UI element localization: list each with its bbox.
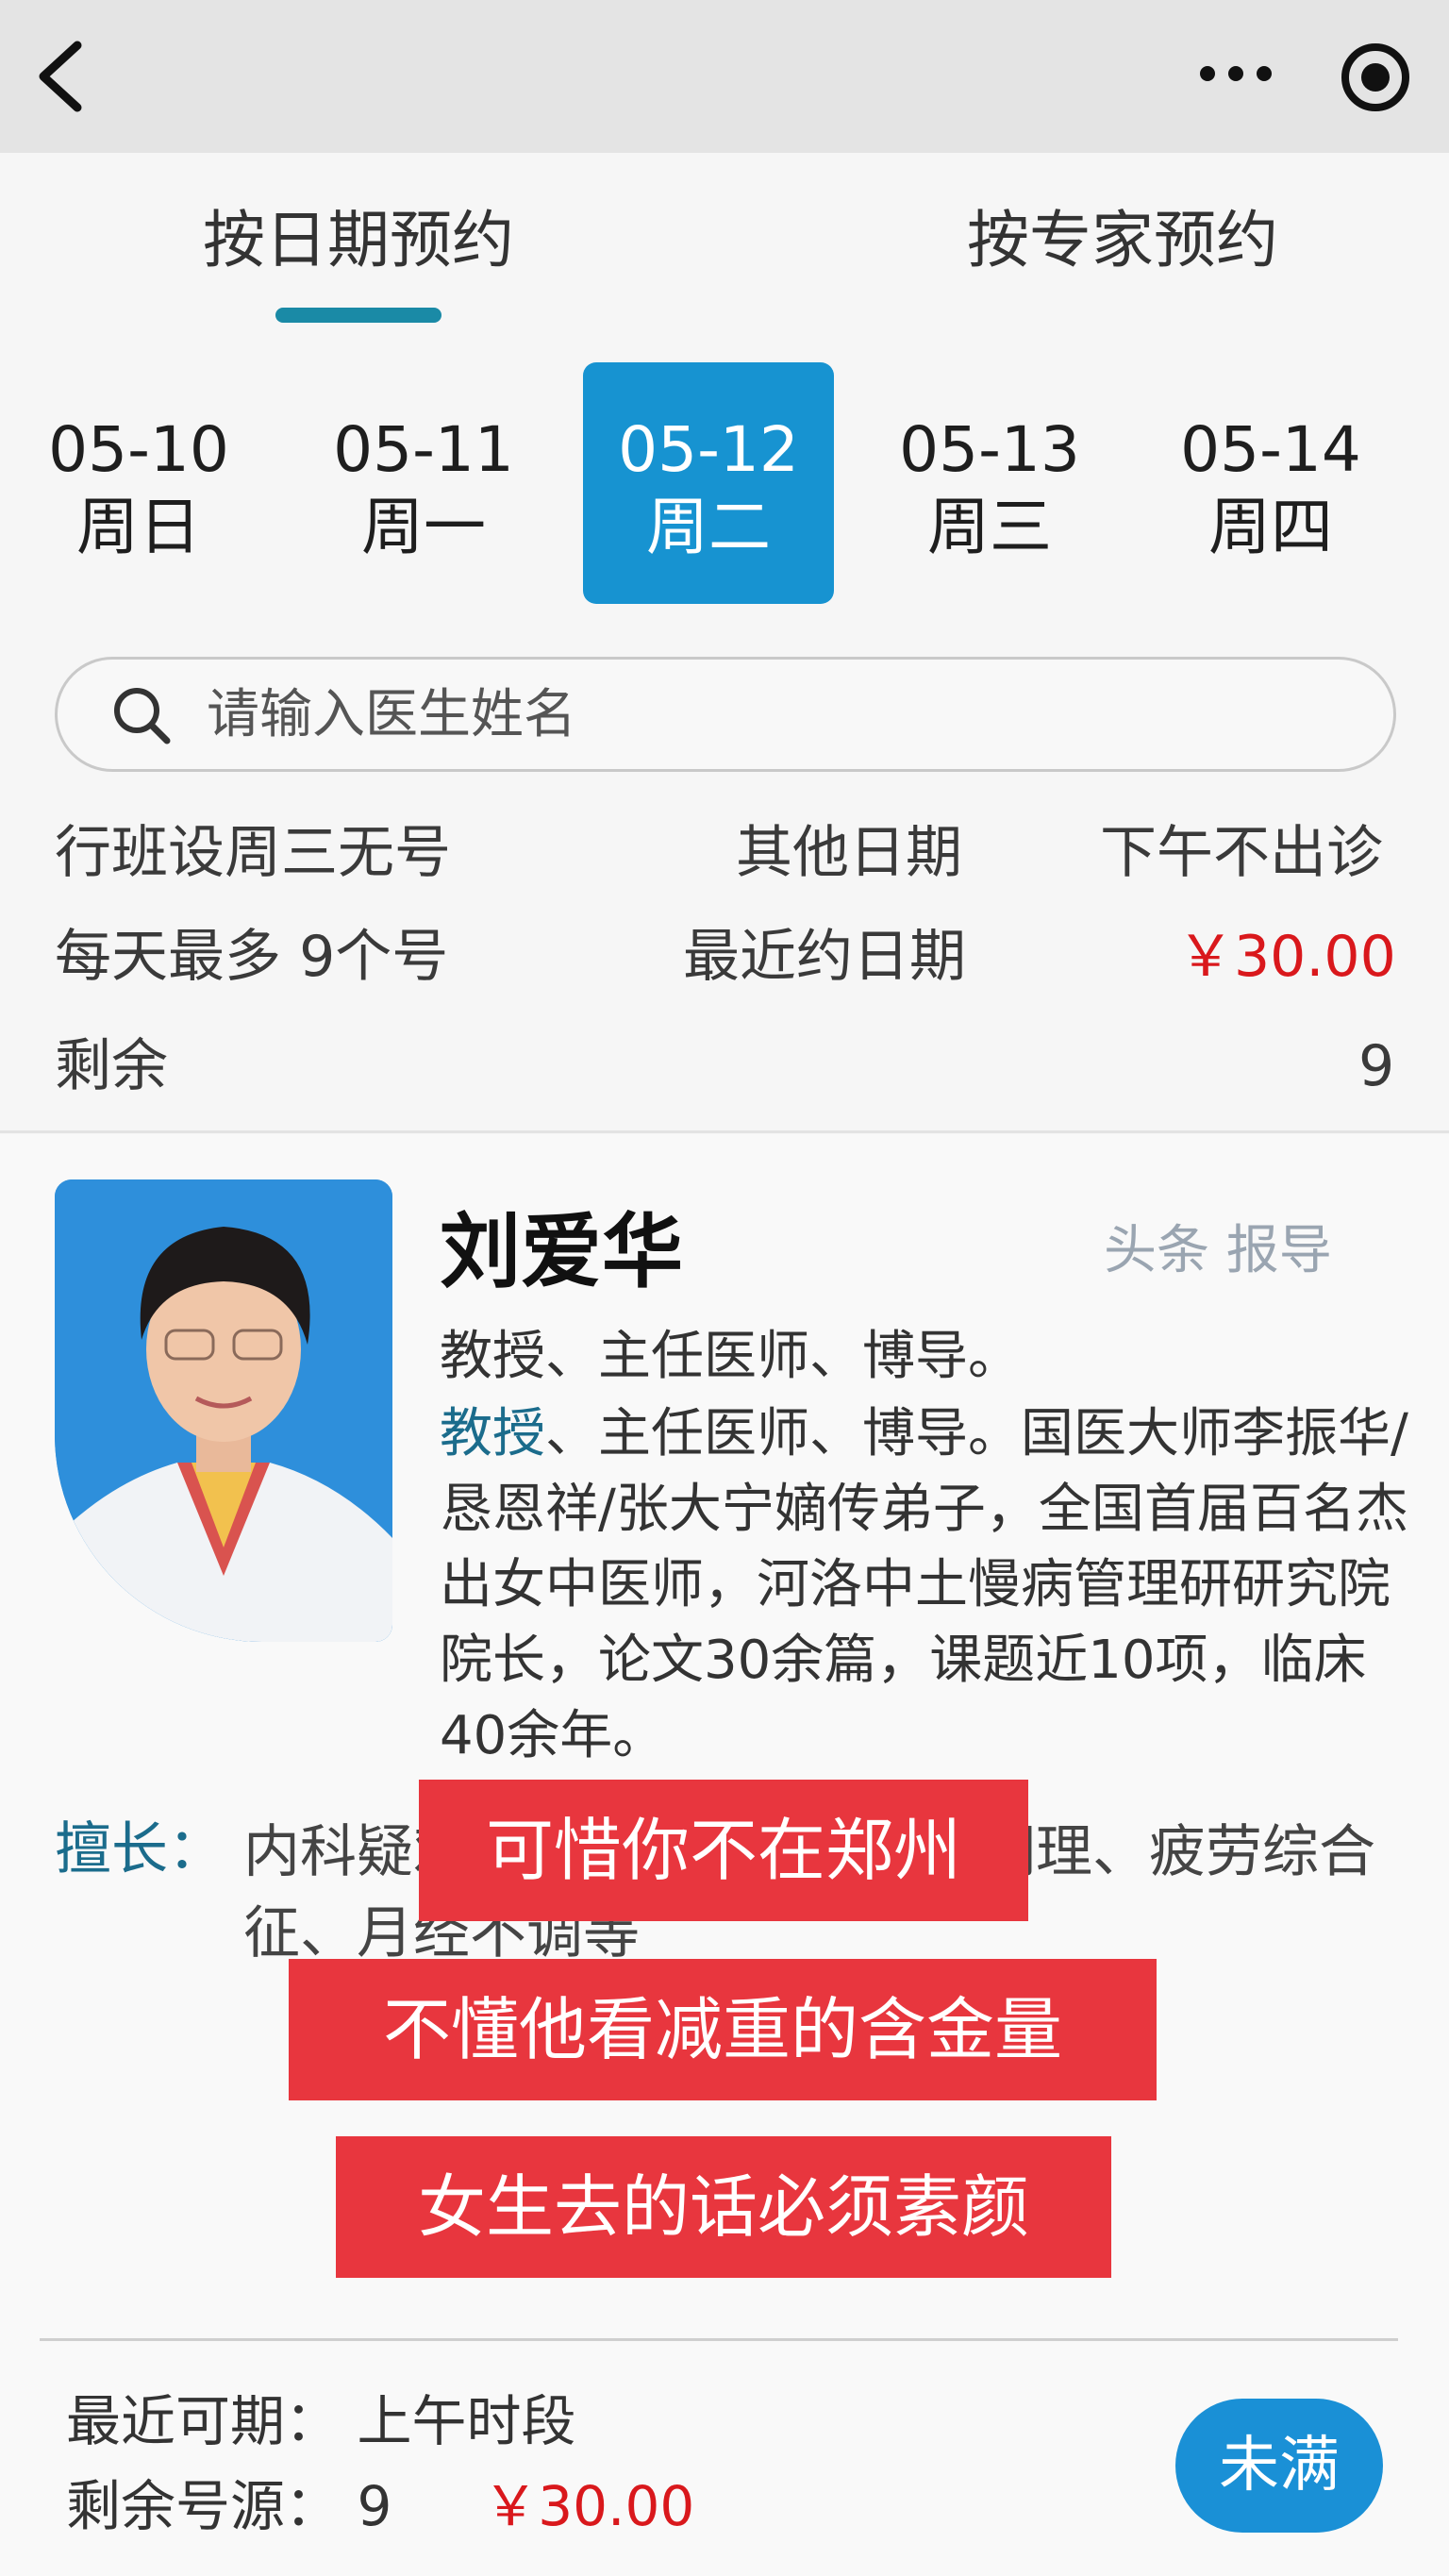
doctor-name-input[interactable] xyxy=(207,677,1339,752)
recent-date-label: 最近约日期 xyxy=(683,924,966,990)
slot-price: ￥30.00 xyxy=(483,2474,695,2538)
fee-price: ￥30.00 xyxy=(1177,924,1396,990)
overlay-caption: 女生去的话必须素颜 xyxy=(336,2136,1111,2278)
date-label: 05-12 xyxy=(618,413,799,486)
doctor-description: 教授、主任医师、博导。国医大师李振华/恳恩祥/张大宁嫡传弟子，全国首届百名杰出女… xyxy=(440,1397,1421,1774)
tab-by-date[interactable]: 按日期预约 xyxy=(170,198,547,283)
remaining-slots-value: 9 xyxy=(357,2474,392,2538)
remaining-count: 9 xyxy=(1358,1033,1395,1099)
date-label: 05-14 xyxy=(1180,413,1361,486)
weekday-label: 周二 xyxy=(646,491,771,563)
afternoon-note: 下午不出诊 xyxy=(1100,820,1383,886)
search-icon xyxy=(110,684,173,746)
weekday-label: 周三 xyxy=(927,491,1052,563)
mini-program-close-icon[interactable] xyxy=(1340,42,1411,113)
date-item-0512-selected[interactable]: 05-12 周二 xyxy=(583,362,834,604)
doctor-search-box[interactable] xyxy=(55,657,1396,772)
description-highlight: 教授 xyxy=(440,1403,545,1464)
section-divider xyxy=(0,1130,1449,1133)
description-text: 、主任医师、博导。国医大师李振华/恳恩祥/张大宁嫡传弟子，全国首届百名杰出女中医… xyxy=(440,1403,1408,1766)
overlay-caption: 可惜你不在郑州 xyxy=(419,1780,1028,1921)
specialty-label: 擅长： xyxy=(55,1816,225,1882)
active-tab-indicator xyxy=(275,308,441,323)
back-icon[interactable] xyxy=(28,34,94,119)
date-label: 05-13 xyxy=(899,413,1080,486)
remaining-label: 剩余 xyxy=(55,1033,168,1099)
date-item-0511[interactable]: 05-11 周一 xyxy=(298,362,549,604)
schedule-note: 行班设周三无号 xyxy=(55,820,451,886)
doctor-avatar xyxy=(55,1179,392,1642)
more-options-icon[interactable] xyxy=(1196,53,1275,96)
remaining-slots-row: 剩余号源： 9 ￥30.00 xyxy=(66,2468,694,2544)
date-label: 05-11 xyxy=(333,413,514,486)
weekday-label: 周四 xyxy=(1208,491,1333,563)
recent-slot-row: 最近可期： 上午时段 xyxy=(66,2384,575,2459)
overlay-caption: 不懂他看减重的含金量 xyxy=(289,1959,1157,2100)
date-item-0513[interactable]: 05-13 周三 xyxy=(864,362,1115,604)
tab-by-expert[interactable]: 按专家预约 xyxy=(924,198,1321,283)
availability-button[interactable]: 未满 xyxy=(1175,2399,1383,2533)
recent-slot-label: 最近可期： xyxy=(66,2389,341,2453)
date-item-0514[interactable]: 05-14 周四 xyxy=(1145,362,1396,604)
top-bar xyxy=(0,0,1449,153)
other-dates-link[interactable]: 其他日期 xyxy=(736,817,962,889)
date-item-0510[interactable]: 05-10 周日 xyxy=(13,362,264,604)
card-divider xyxy=(40,2338,1398,2341)
doctor-name: 刘爱华 xyxy=(440,1205,683,1299)
daily-max-note: 每天最多 9个号 xyxy=(55,924,449,990)
doctor-title: 教授、主任医师、博导。 xyxy=(440,1326,1021,1387)
watermark: 头条 报导 xyxy=(1104,1220,1332,1281)
date-label: 05-10 xyxy=(48,413,229,486)
recent-slot-value: 上午时段 xyxy=(357,2389,576,2453)
weekday-label: 周一 xyxy=(361,491,486,563)
remaining-slots-label: 剩余号源： xyxy=(66,2474,341,2538)
weekday-label: 周日 xyxy=(76,491,201,563)
